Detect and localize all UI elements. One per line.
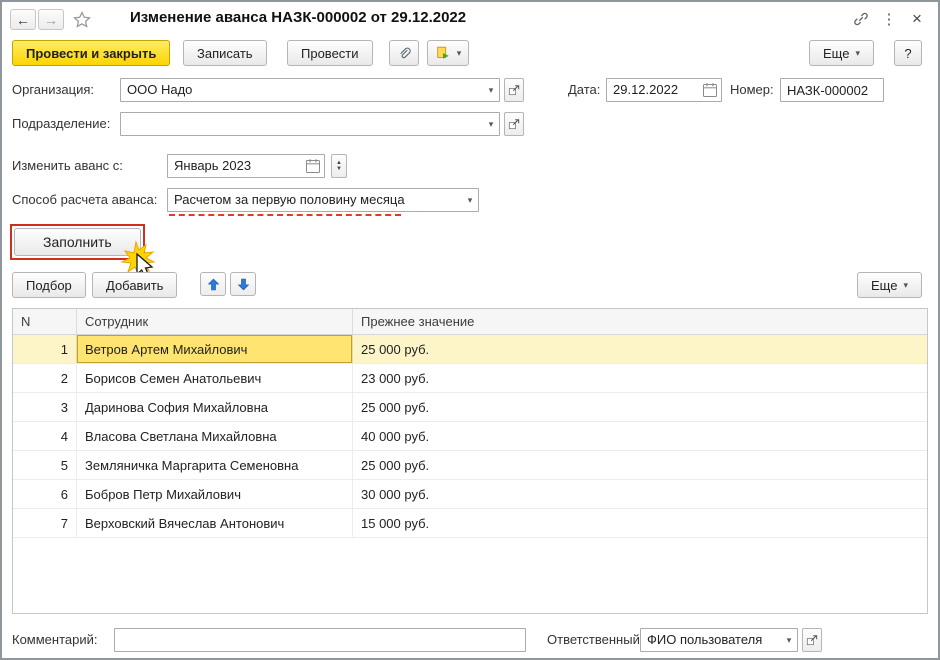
- cell-n[interactable]: 3: [13, 393, 77, 421]
- calendar-icon[interactable]: [701, 81, 719, 99]
- arrow-down-icon: [236, 277, 251, 292]
- responsible-open-button[interactable]: [802, 628, 822, 652]
- footer: Комментарий: Ответственный: ФИО пользова…: [2, 626, 938, 654]
- cell-employee[interactable]: Даринова София Михайловна: [77, 393, 353, 421]
- department-combo[interactable]: ▾: [120, 112, 500, 136]
- move-down-button[interactable]: [230, 272, 256, 296]
- organization-value: ООО Надо: [127, 79, 479, 101]
- titlebar: ← → Изменение аванса НАЗК-000002 от 29.1…: [2, 2, 938, 36]
- write-button[interactable]: Записать: [183, 40, 267, 66]
- cell-prev[interactable]: 25 000 руб.: [353, 335, 927, 363]
- calc-method-combo[interactable]: Расчетом за первую половину месяца ▾: [167, 188, 479, 212]
- change-from-spinner[interactable]: ▲ ▼: [331, 154, 347, 178]
- cell-employee[interactable]: Бобров Петр Михайлович: [77, 480, 353, 508]
- table-row[interactable]: 2 Борисов Семен Анатольевич 23 000 руб.: [13, 364, 927, 393]
- chevron-down-icon: ▾: [903, 280, 908, 291]
- calc-method-value: Расчетом за первую половину месяца: [174, 189, 458, 211]
- calc-method-label: Способ расчета аванса:: [12, 188, 157, 212]
- organization-open-button[interactable]: [504, 78, 524, 102]
- cell-prev[interactable]: 40 000 руб.: [353, 422, 927, 450]
- post-button[interactable]: Провести: [287, 40, 373, 66]
- attachments-button[interactable]: [389, 40, 419, 66]
- chevron-down-icon: ▾: [457, 48, 462, 59]
- cell-n[interactable]: 6: [13, 480, 77, 508]
- employees-table: N Сотрудник Прежнее значение 1 Ветров Ар…: [12, 308, 928, 614]
- organization-combo[interactable]: ООО Надо ▾: [120, 78, 500, 102]
- fill-button[interactable]: Заполнить: [14, 228, 141, 256]
- department-label: Подразделение:: [12, 112, 110, 136]
- cell-prev[interactable]: 30 000 руб.: [353, 480, 927, 508]
- table-row[interactable]: 3 Даринова София Михайловна 25 000 руб.: [13, 393, 927, 422]
- comment-input[interactable]: [114, 628, 526, 652]
- table-row[interactable]: 6 Бобров Петр Михайлович 30 000 руб.: [13, 480, 927, 509]
- table-more-button[interactable]: Еще ▾: [857, 272, 922, 298]
- cell-prev[interactable]: 23 000 руб.: [353, 364, 927, 392]
- cell-employee[interactable]: Борисов Семен Анатольевич: [77, 364, 353, 392]
- table-row[interactable]: 7 Верховский Вячеслав Антонович 15 000 р…: [13, 509, 927, 538]
- cell-employee[interactable]: Земляничка Маргарита Семеновна: [77, 451, 353, 479]
- header-prev-value[interactable]: Прежнее значение: [353, 309, 927, 334]
- cell-n[interactable]: 1: [13, 335, 77, 363]
- cell-n[interactable]: 5: [13, 451, 77, 479]
- cell-n[interactable]: 2: [13, 364, 77, 392]
- date-value: 29.12.2022: [613, 79, 678, 101]
- more-label: Еще: [823, 46, 849, 61]
- required-field-underline: [169, 214, 401, 216]
- organization-label: Организация:: [12, 78, 94, 102]
- cell-prev[interactable]: 25 000 руб.: [353, 393, 927, 421]
- chevron-down-icon[interactable]: ▾: [483, 113, 499, 135]
- number-label: Номер:: [730, 78, 774, 102]
- responsible-value: ФИО пользователя: [647, 629, 777, 651]
- cell-employee[interactable]: Верховский Вячеслав Антонович: [77, 509, 353, 537]
- chevron-down-icon[interactable]: ▾: [781, 629, 797, 651]
- table-row[interactable]: 1 Ветров Артем Михайлович 25 000 руб.: [13, 335, 927, 364]
- cell-n[interactable]: 4: [13, 422, 77, 450]
- cell-prev[interactable]: 15 000 руб.: [353, 509, 927, 537]
- cell-prev[interactable]: 25 000 руб.: [353, 451, 927, 479]
- create-based-on-button[interactable]: ▾: [427, 40, 469, 66]
- cell-employee[interactable]: Власова Светлана Михайловна: [77, 422, 353, 450]
- forward-button[interactable]: →: [38, 9, 64, 30]
- post-and-close-button[interactable]: Провести и закрыть: [12, 40, 170, 66]
- menu-dots-icon[interactable]: ⋮: [878, 9, 900, 29]
- table-row[interactable]: 4 Власова Светлана Михайловна 40 000 руб…: [13, 422, 927, 451]
- responsible-combo[interactable]: ФИО пользователя ▾: [640, 628, 798, 652]
- calendar-icon[interactable]: [304, 157, 322, 175]
- header-n[interactable]: N: [13, 309, 77, 334]
- chevron-down-icon[interactable]: ▾: [462, 189, 478, 211]
- fill-button-highlight: Заполнить: [10, 224, 145, 260]
- number-input[interactable]: [780, 78, 884, 102]
- table-header-row: N Сотрудник Прежнее значение: [13, 309, 927, 335]
- cell-n[interactable]: 7: [13, 509, 77, 537]
- change-from-label: Изменить аванс с:: [12, 154, 123, 178]
- change-from-value: Январь 2023: [174, 155, 251, 177]
- table-more-label: Еще: [871, 278, 897, 293]
- table-row[interactable]: 5 Земляничка Маргарита Семеновна 25 000 …: [13, 451, 927, 480]
- chevron-down-icon[interactable]: ▾: [483, 79, 499, 101]
- pick-button[interactable]: Подбор: [12, 272, 86, 298]
- favorite-star-icon[interactable]: [72, 10, 92, 30]
- arrow-up-icon: [206, 277, 221, 292]
- responsible-label: Ответственный:: [547, 628, 643, 652]
- back-button[interactable]: ←: [10, 9, 36, 30]
- page-title: Изменение аванса НАЗК-000002 от 29.12.20…: [130, 9, 466, 26]
- help-button[interactable]: ?: [894, 40, 922, 66]
- link-icon[interactable]: [850, 9, 872, 29]
- change-from-field[interactable]: Январь 2023: [167, 154, 325, 178]
- department-open-button[interactable]: [504, 112, 524, 136]
- move-up-button[interactable]: [200, 272, 226, 296]
- toolbar: Провести и закрыть Записать Провести ▾ Е…: [2, 38, 938, 70]
- comment-label: Комментарий:: [12, 628, 98, 652]
- close-icon[interactable]: ×: [906, 9, 928, 29]
- spin-down-icon[interactable]: ▼: [336, 166, 342, 172]
- more-button[interactable]: Еще ▾: [809, 40, 874, 66]
- cell-employee[interactable]: Ветров Артем Михайлович: [77, 335, 353, 363]
- add-row-button[interactable]: Добавить: [92, 272, 177, 298]
- date-label: Дата:: [568, 78, 600, 102]
- header-employee[interactable]: Сотрудник: [77, 309, 353, 334]
- date-field[interactable]: 29.12.2022: [606, 78, 722, 102]
- table-toolbar: Подбор Добавить Еще ▾: [2, 270, 938, 300]
- document-window: ← → Изменение аванса НАЗК-000002 от 29.1…: [0, 0, 940, 660]
- chevron-down-icon: ▾: [855, 48, 860, 59]
